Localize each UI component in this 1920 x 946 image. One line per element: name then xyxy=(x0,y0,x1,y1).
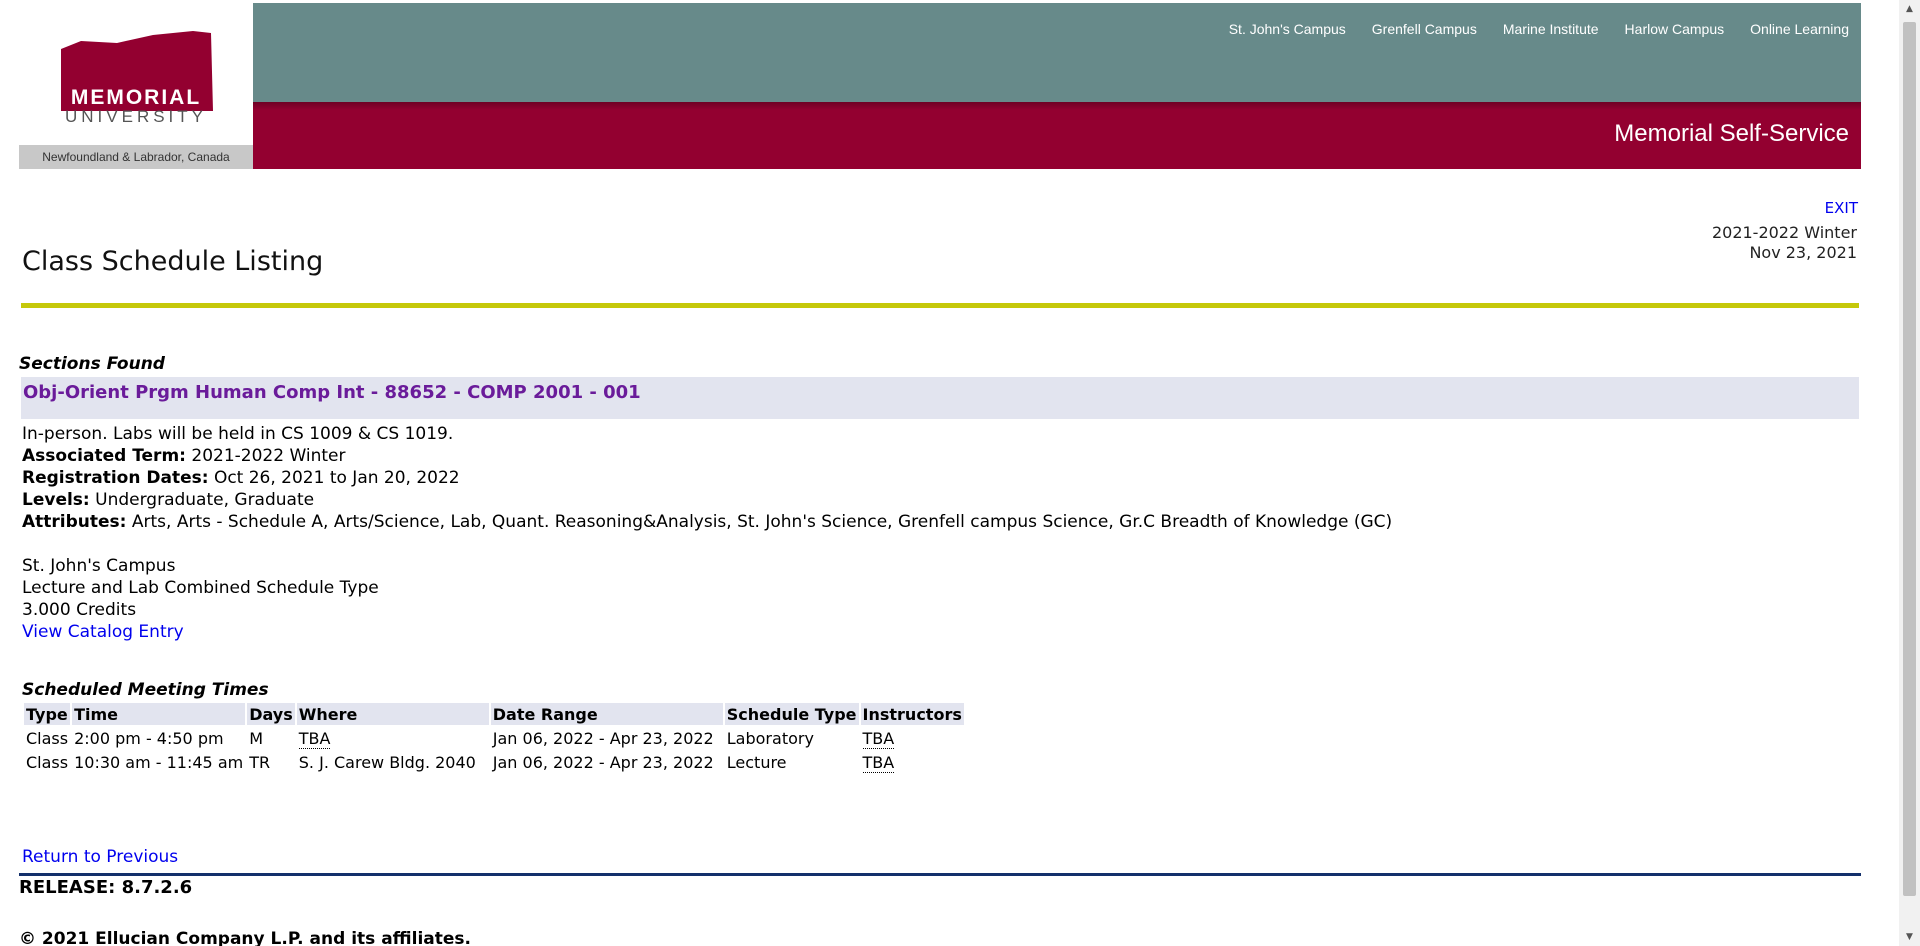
registration-dates-row: Registration Dates: Oct 26, 2021 to Jan … xyxy=(22,467,1392,489)
cell-days: M xyxy=(249,728,264,748)
campus-link-st-johns[interactable]: St. John's Campus xyxy=(1229,21,1346,37)
instructor-tba: TBA xyxy=(862,728,895,749)
page: MEMORIAL UNIVERSITY Newfoundland & Labra… xyxy=(0,0,1920,946)
cell-where: S. J. Carew Bldg. 2040 xyxy=(298,752,476,772)
cell-days: TR xyxy=(249,752,271,772)
campus-bar: St. John's Campus Grenfell Campus Marine… xyxy=(253,3,1861,102)
attributes-label: Attributes: xyxy=(22,512,127,532)
instructor-tba: TBA xyxy=(862,752,895,773)
cell-type: Class xyxy=(26,752,69,772)
table-row: Class 10:30 am - 11:45 am TR S. J. Carew… xyxy=(24,751,964,773)
cell-where: TBA xyxy=(297,727,489,749)
scroll-up-arrow-icon[interactable]: ▲ xyxy=(1899,0,1920,18)
cell-instructors: TBA xyxy=(861,727,964,749)
current-date: Nov 23, 2021 xyxy=(1749,243,1857,262)
column-header-schedule-type: Schedule Type xyxy=(724,703,859,725)
site-header: MEMORIAL UNIVERSITY Newfoundland & Labra… xyxy=(19,3,1861,169)
column-header-where: Where xyxy=(296,703,489,725)
table-header-row: Type Time Days Where Date Range Schedule… xyxy=(24,703,964,725)
cell-schedule-type: Lecture xyxy=(726,752,787,772)
title-divider xyxy=(21,303,1859,308)
return-to-previous-link[interactable]: Return to Previous xyxy=(22,847,178,867)
column-header-type: Type xyxy=(24,703,71,725)
meeting-times-caption: Scheduled Meeting Times xyxy=(22,680,269,700)
campus-link-harlow[interactable]: Harlow Campus xyxy=(1625,21,1725,37)
section-header: Obj-Orient Prgm Human Comp Int - 88652 -… xyxy=(21,377,1859,419)
footer-divider xyxy=(19,873,1861,876)
scroll-down-arrow-icon[interactable]: ▼ xyxy=(1899,928,1920,946)
university-logo[interactable]: MEMORIAL UNIVERSITY Newfoundland & Labra… xyxy=(19,3,253,169)
associated-term-value: 2021-2022 Winter xyxy=(191,446,346,466)
registration-dates-value: Oct 26, 2021 to Jan 20, 2022 xyxy=(213,468,460,488)
attributes-value: Arts, Arts - Schedule A, Arts/Science, L… xyxy=(131,512,1393,532)
section-details: In-person. Labs will be held in CS 1009 … xyxy=(22,423,1392,643)
campus-link-marine-institute[interactable]: Marine Institute xyxy=(1503,21,1599,37)
view-catalog-entry-link[interactable]: View Catalog Entry xyxy=(22,622,184,642)
meeting-times-table: Type Time Days Where Date Range Schedule… xyxy=(22,701,966,775)
cell-schedule-type: Laboratory xyxy=(726,728,814,748)
attributes-row: Attributes: Arts, Arts - Schedule A, Art… xyxy=(22,511,1392,533)
table-row: Class 2:00 pm - 4:50 pm M TBA Jan 06, 20… xyxy=(24,727,964,749)
cell-date-range: Jan 06, 2022 - Apr 23, 2022 xyxy=(492,728,714,748)
credits-value: 3.000 Credits xyxy=(22,600,137,620)
associated-term-row: Associated Term: 2021-2022 Winter xyxy=(22,445,1392,467)
associated-term-label: Associated Term: xyxy=(22,446,186,466)
logo-location: Newfoundland & Labrador, Canada xyxy=(19,145,253,169)
where-tba: TBA xyxy=(298,728,331,749)
column-header-instructors: Instructors xyxy=(860,703,964,725)
copyright-notice: © 2021 Ellucian Company L.P. and its aff… xyxy=(19,929,471,946)
cell-date-range: Jan 06, 2022 - Apr 23, 2022 xyxy=(492,752,714,772)
schedule-type-value: Lecture and Lab Combined Schedule Type xyxy=(22,578,379,598)
campus-value: St. John's Campus xyxy=(22,556,176,576)
campus-nav: St. John's Campus Grenfell Campus Marine… xyxy=(1229,21,1849,37)
column-header-time: Time xyxy=(72,703,246,725)
section-note: In-person. Labs will be held in CS 1009 … xyxy=(22,424,454,444)
column-header-days: Days xyxy=(247,703,295,725)
sections-found-caption: Sections Found xyxy=(19,354,165,374)
cell-type: Class xyxy=(26,728,69,748)
vertical-scrollbar[interactable]: ▲ ▼ xyxy=(1899,0,1920,946)
section-title-link[interactable]: Obj-Orient Prgm Human Comp Int - 88652 -… xyxy=(23,382,641,403)
exit-link[interactable]: EXIT xyxy=(1825,199,1858,217)
cell-time: 2:00 pm - 4:50 pm xyxy=(74,728,224,748)
campus-link-online-learning[interactable]: Online Learning xyxy=(1750,21,1849,37)
site-title: Memorial Self-Service xyxy=(1614,120,1849,147)
registration-dates-label: Registration Dates: xyxy=(22,468,209,488)
catalog-entry-row: View Catalog Entry xyxy=(22,621,1392,643)
release-version: RELEASE: 8.7.2.6 xyxy=(19,877,193,898)
cell-time: 10:30 am - 11:45 am xyxy=(74,752,244,772)
levels-label: Levels: xyxy=(22,490,90,510)
column-header-date-range: Date Range xyxy=(490,703,723,725)
term-info: 2021-2022 Winter Nov 23, 2021 xyxy=(1712,223,1857,263)
cell-instructors: TBA xyxy=(861,751,964,773)
page-title: Class Schedule Listing xyxy=(22,246,324,277)
scrollbar-thumb[interactable] xyxy=(1903,22,1916,896)
levels-value: Undergraduate, Graduate xyxy=(95,490,315,510)
current-term: 2021-2022 Winter xyxy=(1711,223,1857,242)
site-title-bar: Memorial Self-Service xyxy=(253,102,1861,169)
levels-row: Levels: Undergraduate, Graduate xyxy=(22,489,1392,511)
campus-link-grenfell[interactable]: Grenfell Campus xyxy=(1372,21,1477,37)
logo-subwordmark: UNIVERSITY xyxy=(64,107,208,126)
